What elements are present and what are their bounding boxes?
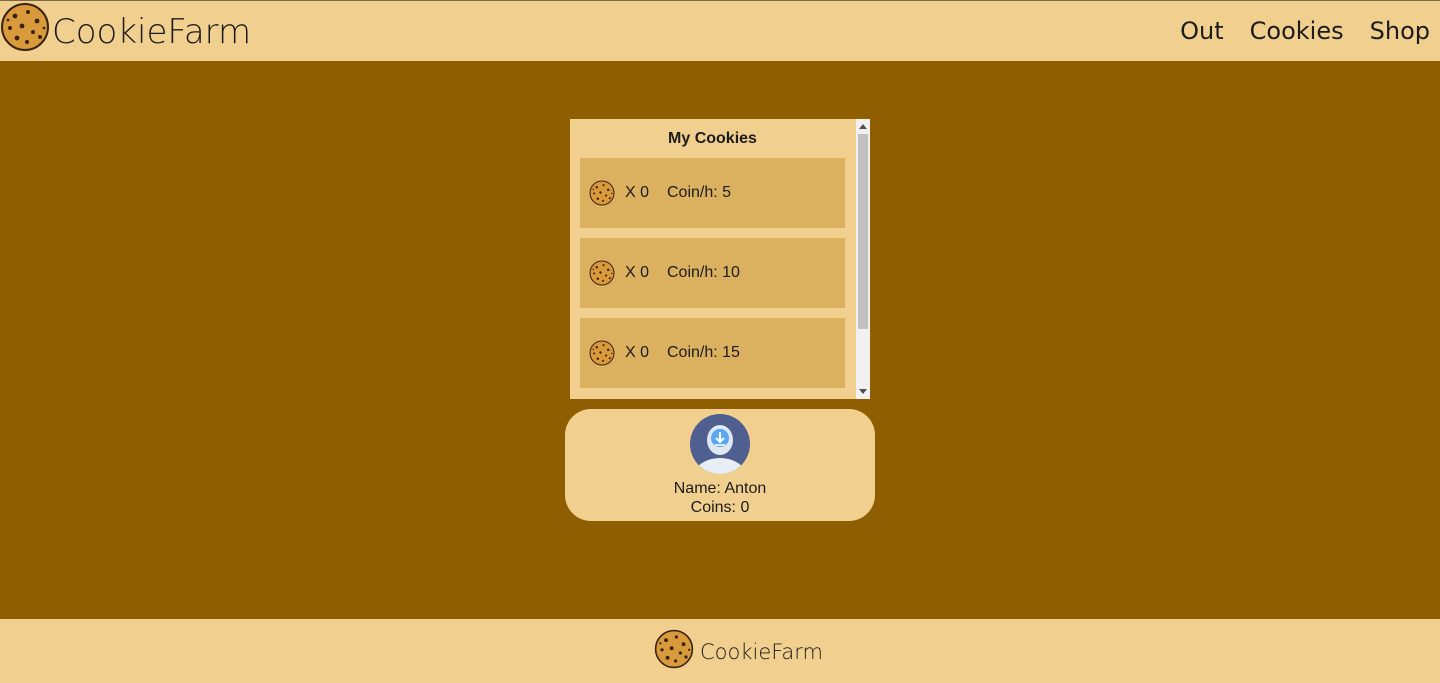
cookie-rate: Coin/h: 15 [667, 344, 740, 361]
cookie-card[interactable]: X 0 Coin/h: 15 [580, 318, 845, 388]
footer-brand: CookieFarm [700, 640, 824, 664]
footer-bar: CookieFarm [0, 619, 1440, 683]
profile-coins: Coins: 0 [690, 499, 750, 516]
my-cookies-list[interactable]: My Cookies X 0 Coin/h: 5 X 0 Coin/h: 10 … [570, 119, 855, 399]
panel-scrollbar[interactable] [856, 119, 870, 399]
cookie-quantity: X 0 [625, 264, 650, 281]
cookie-card[interactable]: X 0 Coin/h: 5 [580, 158, 845, 228]
cookie-icon [589, 260, 615, 286]
avatar-icon [690, 414, 750, 474]
cookie-quantity: X 0 [625, 344, 650, 361]
main-nav: Out Cookies Shop [1154, 17, 1430, 45]
cookie-icon [589, 180, 615, 206]
panel-title: My Cookies [668, 130, 757, 147]
header-bar: CookieFarm Out Cookies Shop [0, 0, 1440, 61]
nav-link-out[interactable]: Out [1180, 17, 1224, 45]
cookie-quantity: X 0 [625, 184, 650, 201]
nav-link-shop[interactable]: Shop [1370, 17, 1430, 45]
scroll-thumb[interactable] [858, 134, 868, 329]
cookie-logo-icon [654, 629, 694, 669]
cookie-rate: Coin/h: 5 [667, 184, 732, 201]
nav-link-cookies[interactable]: Cookies [1250, 17, 1344, 45]
my-cookies-panel: My Cookies X 0 Coin/h: 5 X 0 Coin/h: 10 … [570, 119, 870, 399]
cookie-rate: Coin/h: 10 [667, 264, 740, 281]
scroll-up-arrow-icon[interactable] [859, 124, 867, 129]
profile-card: Name: Anton Coins: 0 [565, 409, 875, 521]
cookie-icon [589, 340, 615, 366]
scroll-down-arrow-icon[interactable] [859, 389, 867, 394]
brand-title[interactable]: CookieFarm [52, 12, 251, 52]
cookie-logo-icon[interactable] [0, 2, 50, 52]
cookie-card[interactable]: X 0 Coin/h: 10 [580, 238, 845, 308]
profile-name: Name: Anton [673, 480, 767, 497]
